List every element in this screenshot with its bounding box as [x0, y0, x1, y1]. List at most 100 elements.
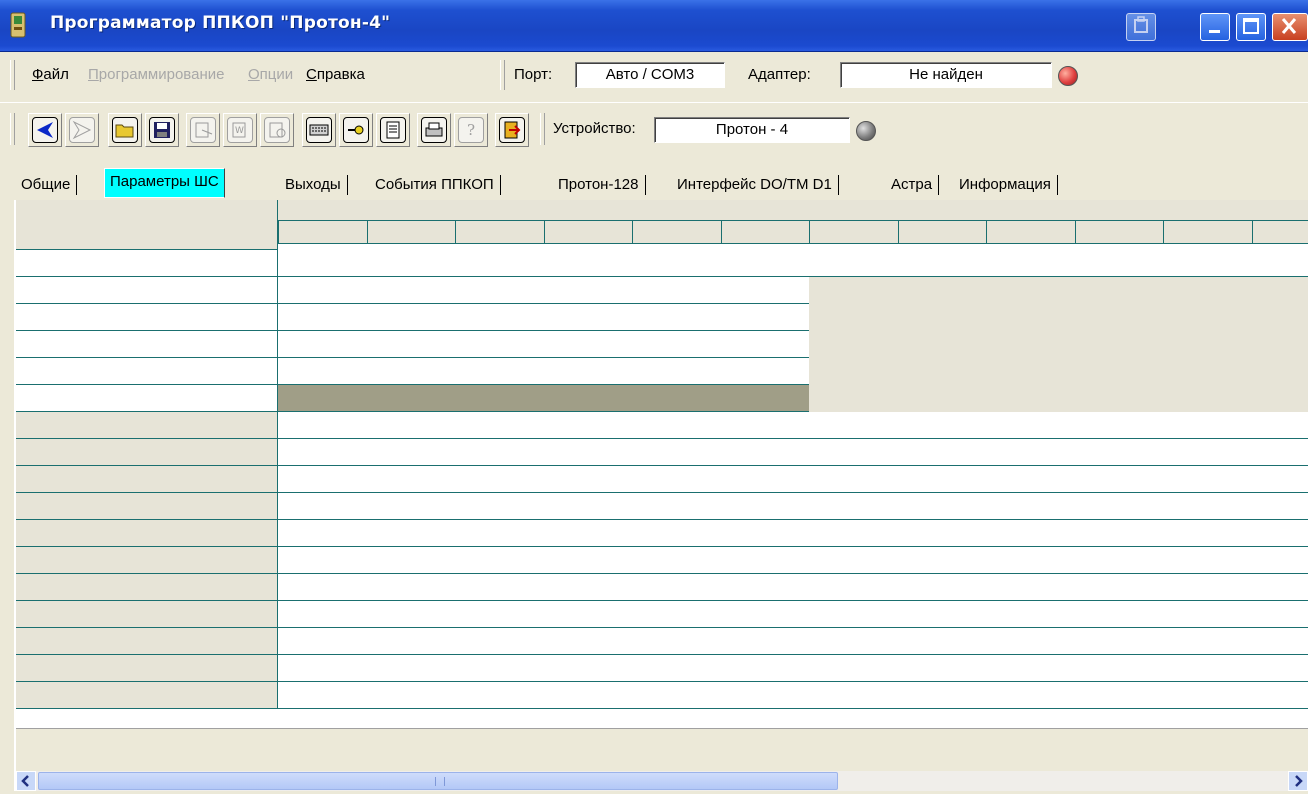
grid-cell[interactable] — [1252, 277, 1308, 304]
empty-grid-cell[interactable] — [986, 493, 1076, 520]
empty-grid-cell[interactable] — [367, 601, 457, 628]
grid-cell[interactable] — [721, 331, 811, 358]
parameters-grid[interactable] — [16, 200, 1308, 728]
empty-grid-cell[interactable] — [367, 520, 457, 547]
grid-cell[interactable] — [632, 277, 722, 304]
empty-grid-cell[interactable] — [367, 412, 457, 439]
grid-cell[interactable] — [898, 277, 988, 304]
empty-grid-cell[interactable] — [278, 628, 368, 655]
grid-cell[interactable] — [721, 277, 811, 304]
tab-loop-parameters[interactable]: Параметры ШС — [104, 168, 225, 198]
empty-grid-cell[interactable] — [632, 520, 722, 547]
grid-cell[interactable] — [544, 358, 634, 385]
empty-grid-cell[interactable] — [632, 628, 722, 655]
empty-grid-cell[interactable] — [1163, 493, 1253, 520]
grid-cell[interactable] — [455, 358, 545, 385]
empty-grid-cell[interactable] — [721, 628, 811, 655]
empty-grid-cell[interactable] — [898, 547, 988, 574]
empty-grid-cell[interactable] — [455, 628, 545, 655]
column-header[interactable] — [1163, 221, 1253, 244]
grid-cell[interactable] — [898, 331, 988, 358]
grid-cell[interactable] — [367, 304, 457, 331]
column-header[interactable] — [898, 221, 988, 244]
empty-grid-cell[interactable] — [632, 601, 722, 628]
empty-grid-cell[interactable] — [632, 574, 722, 601]
empty-grid-cell[interactable] — [1252, 682, 1308, 709]
print-button[interactable] — [417, 113, 451, 147]
grid-cell[interactable] — [1163, 358, 1253, 385]
close-button[interactable] — [1272, 13, 1308, 41]
grid-cell[interactable] — [986, 331, 1076, 358]
grid-cell[interactable] — [1075, 385, 1165, 412]
empty-grid-cell[interactable] — [721, 493, 811, 520]
grid-cell[interactable] — [455, 304, 545, 331]
grid-cell[interactable] — [898, 385, 988, 412]
empty-grid-cell[interactable] — [1163, 601, 1253, 628]
empty-grid-cell[interactable] — [632, 655, 722, 682]
empty-grid-cell[interactable] — [278, 412, 368, 439]
empty-grid-cell[interactable] — [544, 601, 634, 628]
tab-information[interactable]: Информация — [954, 172, 1056, 198]
empty-grid-cell[interactable] — [809, 547, 899, 574]
empty-grid-cell[interactable] — [544, 574, 634, 601]
empty-grid-cell[interactable] — [455, 466, 545, 493]
grid-cell[interactable] — [1252, 250, 1308, 277]
grid-cell[interactable] — [1075, 331, 1165, 358]
grid-cell[interactable] — [1252, 331, 1308, 358]
empty-grid-cell[interactable] — [1252, 520, 1308, 547]
empty-grid-cell[interactable] — [721, 412, 811, 439]
message-codes-button[interactable] — [278, 385, 368, 412]
empty-grid-cell[interactable] — [1163, 439, 1253, 466]
write-device-button[interactable]: W — [223, 113, 257, 147]
empty-grid-cell[interactable] — [367, 682, 457, 709]
empty-grid-cell[interactable] — [544, 412, 634, 439]
grid-cell[interactable] — [1252, 358, 1308, 385]
empty-grid-cell[interactable] — [898, 466, 988, 493]
empty-grid-cell[interactable] — [986, 682, 1076, 709]
grid-cell[interactable] — [809, 250, 899, 277]
read-device-button[interactable] — [186, 113, 220, 147]
device-grip[interactable] — [540, 113, 545, 145]
grid-cell[interactable] — [1163, 250, 1253, 277]
empty-grid-cell[interactable] — [632, 547, 722, 574]
empty-grid-cell[interactable] — [1075, 412, 1165, 439]
empty-grid-cell[interactable] — [809, 412, 899, 439]
empty-grid-cell[interactable] — [721, 655, 811, 682]
grid-cell[interactable] — [1075, 358, 1165, 385]
empty-grid-cell[interactable] — [721, 601, 811, 628]
empty-grid-cell[interactable] — [544, 520, 634, 547]
tab-outputs[interactable]: Выходы — [280, 172, 346, 198]
empty-grid-cell[interactable] — [1163, 628, 1253, 655]
port-grip[interactable] — [500, 60, 505, 90]
port-field[interactable]: Авто / COM3 — [575, 62, 725, 88]
empty-grid-cell[interactable] — [632, 493, 722, 520]
empty-grid-cell[interactable] — [367, 493, 457, 520]
empty-grid-cell[interactable] — [455, 574, 545, 601]
keyboard-button[interactable] — [302, 113, 336, 147]
empty-grid-cell[interactable] — [898, 574, 988, 601]
empty-grid-cell[interactable] — [455, 520, 545, 547]
empty-grid-cell[interactable] — [1252, 439, 1308, 466]
empty-grid-cell[interactable] — [1252, 493, 1308, 520]
grid-cell[interactable] — [278, 304, 368, 331]
empty-grid-cell[interactable] — [721, 682, 811, 709]
empty-grid-cell[interactable] — [898, 655, 988, 682]
grid-cell[interactable] — [898, 250, 988, 277]
scroll-right-button[interactable] — [1288, 771, 1308, 791]
column-header[interactable] — [455, 221, 545, 244]
grid-cell[interactable] — [1163, 331, 1253, 358]
empty-grid-cell[interactable] — [1163, 412, 1253, 439]
empty-grid-cell[interactable] — [721, 466, 811, 493]
message-codes-button[interactable] — [632, 385, 722, 412]
grid-cell[interactable] — [455, 331, 545, 358]
grid-cell[interactable] — [632, 331, 722, 358]
empty-grid-cell[interactable] — [278, 655, 368, 682]
empty-grid-cell[interactable] — [278, 601, 368, 628]
menu-options[interactable]: Опции — [248, 66, 293, 83]
empty-grid-cell[interactable] — [809, 682, 899, 709]
help-button[interactable]: ? — [454, 113, 488, 147]
empty-grid-cell[interactable] — [278, 493, 368, 520]
empty-grid-cell[interactable] — [1075, 547, 1165, 574]
menu-grip[interactable] — [10, 60, 15, 90]
grid-cell[interactable] — [898, 304, 988, 331]
